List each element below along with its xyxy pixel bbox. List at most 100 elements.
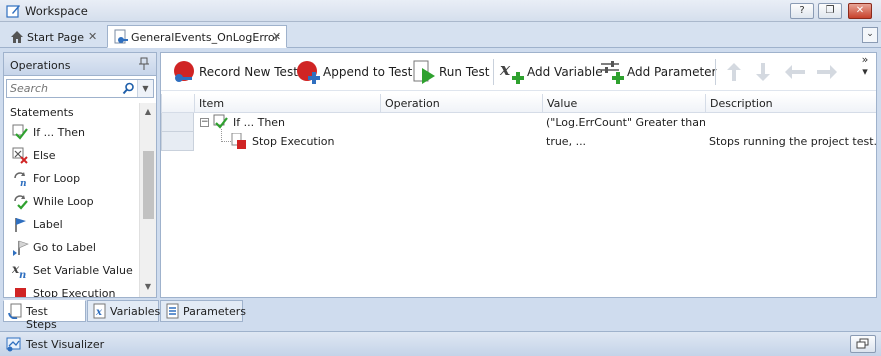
tab-list-dropdown[interactable]: ⌄ — [862, 27, 878, 43]
move-up-icon[interactable] — [722, 61, 746, 83]
add-parameter-button[interactable]: Add Parameter — [599, 59, 716, 85]
scrollbar-thumb[interactable] — [143, 151, 154, 219]
add-variable-button[interactable]: x Add Variable — [499, 59, 603, 85]
tab-parameters[interactable]: Parameters — [160, 300, 246, 322]
column-header-description[interactable]: Description — [705, 94, 876, 113]
workspace-icon — [6, 5, 20, 18]
list-item[interactable]: If ... Then — [4, 121, 138, 144]
table-row[interactable]: Stop Execution true, ... Stops running t… — [161, 129, 876, 151]
row-selector[interactable] — [161, 113, 194, 132]
cell-description: Stops running the project test... — [709, 135, 876, 148]
svg-text:n: n — [19, 270, 26, 279]
help-button[interactable]: ? — [790, 3, 814, 19]
home-icon — [11, 31, 23, 43]
cell-value: true, ... — [546, 135, 587, 148]
search-input[interactable] — [7, 80, 117, 97]
tab-general-events-onlogerror[interactable]: GeneralEvents_OnLogError ✕ — [107, 25, 287, 48]
row-selector[interactable] — [161, 132, 194, 151]
if-then-icon — [213, 114, 228, 129]
group-statements: Statements — [10, 106, 74, 119]
grid-header: Item Operation Value Description — [161, 94, 876, 113]
if-then-icon — [12, 124, 28, 140]
stop-execution-icon — [231, 133, 246, 149]
restore-panel-button[interactable] — [850, 335, 876, 353]
tab-close-icon[interactable]: ✕ — [272, 30, 281, 43]
event-handler-icon — [114, 29, 128, 44]
search-icon[interactable] — [122, 82, 135, 95]
search-box[interactable]: ▼ — [6, 79, 154, 98]
stop-execution-icon — [15, 288, 26, 297]
toolbar: Record New Test Append to Test Run Test … — [161, 53, 876, 91]
svg-text:x: x — [95, 307, 103, 318]
window-title: Workspace — [25, 4, 88, 18]
move-right-icon[interactable] — [815, 61, 839, 83]
pin-icon[interactable] — [138, 57, 150, 71]
column-header-item[interactable]: Item — [194, 94, 380, 113]
scroll-down-icon[interactable]: ▼ — [140, 279, 156, 295]
else-icon — [12, 147, 28, 164]
restore-button[interactable]: ❐ — [818, 3, 842, 19]
toolbar-overflow-button[interactable]: » ▾ — [860, 54, 870, 78]
tab-variables[interactable]: x Variables — [87, 300, 160, 322]
column-header-value[interactable]: Value — [542, 94, 705, 113]
collapse-icon[interactable]: − — [200, 118, 209, 127]
chevron-down-icon[interactable]: ▼ — [137, 80, 153, 97]
list-item[interactable]: While Loop — [4, 190, 138, 213]
column-header-operation[interactable]: Operation — [380, 94, 542, 113]
variables-icon: x — [93, 303, 106, 319]
title-bar: Workspace ? ❐ ✕ — [0, 0, 881, 22]
list-item[interactable]: x n Set Variable Value — [4, 259, 138, 282]
restore-panel-icon — [856, 338, 869, 349]
svg-text:x: x — [499, 60, 511, 80]
list-item[interactable]: Label — [4, 213, 138, 236]
run-test-button[interactable]: Run Test — [411, 59, 489, 85]
list-item[interactable]: Go to Label — [4, 236, 138, 259]
tab-start-page[interactable]: Start Page ✕ — [3, 25, 103, 48]
cell-item: Stop Execution — [252, 135, 335, 148]
cell-operation — [380, 132, 542, 151]
run-icon — [413, 60, 435, 84]
test-visualizer-icon — [6, 337, 21, 352]
cell-item: If ... Then — [233, 116, 286, 129]
tab-label: GeneralEvents_OnLogError — [131, 31, 280, 44]
cell-value: ("Log.ErrCount" Greater than ... — [546, 116, 705, 129]
add-variable-icon: x — [499, 60, 524, 84]
parameters-icon — [166, 303, 179, 319]
table-row[interactable]: − If ... Then ("Log.ErrCount" Greater th… — [161, 113, 876, 132]
operations-title: Operations — [10, 59, 71, 72]
set-variable-icon: x n — [12, 262, 26, 279]
move-down-icon[interactable] — [751, 61, 775, 83]
operations-scrollbar[interactable]: ▲ ▼ — [139, 103, 156, 297]
toolbar-separator — [493, 59, 494, 85]
record-new-test-button[interactable]: Record New Test — [171, 59, 298, 85]
tab-close-icon[interactable]: ✕ — [88, 30, 97, 43]
list-item[interactable]: Else — [4, 144, 138, 167]
test-visualizer-bar[interactable]: Test Visualizer — [0, 331, 881, 356]
test-visualizer-title: Test Visualizer — [26, 338, 105, 351]
cell-operation — [380, 113, 542, 132]
operations-header: Operations — [4, 53, 156, 76]
document-tab-bar: Start Page ✕ GeneralEvents_OnLogError ✕ — [0, 22, 881, 48]
list-item[interactable]: n For Loop — [4, 167, 138, 190]
tree-connector — [221, 141, 231, 142]
row-selector-header — [161, 94, 194, 113]
scroll-up-icon[interactable]: ▲ — [140, 104, 156, 120]
close-button[interactable]: ✕ — [848, 3, 872, 19]
toolbar-separator — [715, 59, 716, 85]
test-steps-grid: Item Operation Value Description − If ..… — [161, 94, 876, 151]
tab-test-steps[interactable]: Test Steps — [3, 300, 86, 331]
record-icon — [174, 61, 194, 82]
svg-text:n: n — [20, 179, 27, 187]
tab-label: Start Page — [27, 31, 84, 44]
move-left-icon[interactable] — [783, 61, 807, 83]
test-steps-icon — [8, 303, 22, 319]
operations-panel: Operations ▼ Statements If ... Then — [3, 52, 157, 298]
while-loop-icon — [14, 195, 28, 210]
for-loop-icon: n — [14, 172, 27, 187]
operations-list: Statements If ... Then Else n For Loop W… — [4, 103, 138, 297]
append-to-test-button[interactable]: Append to Test — [295, 59, 412, 85]
cell-description — [705, 113, 876, 132]
label-flag-icon — [15, 218, 26, 232]
list-item[interactable]: Stop Execution — [4, 282, 138, 297]
goto-label-icon — [13, 240, 29, 256]
